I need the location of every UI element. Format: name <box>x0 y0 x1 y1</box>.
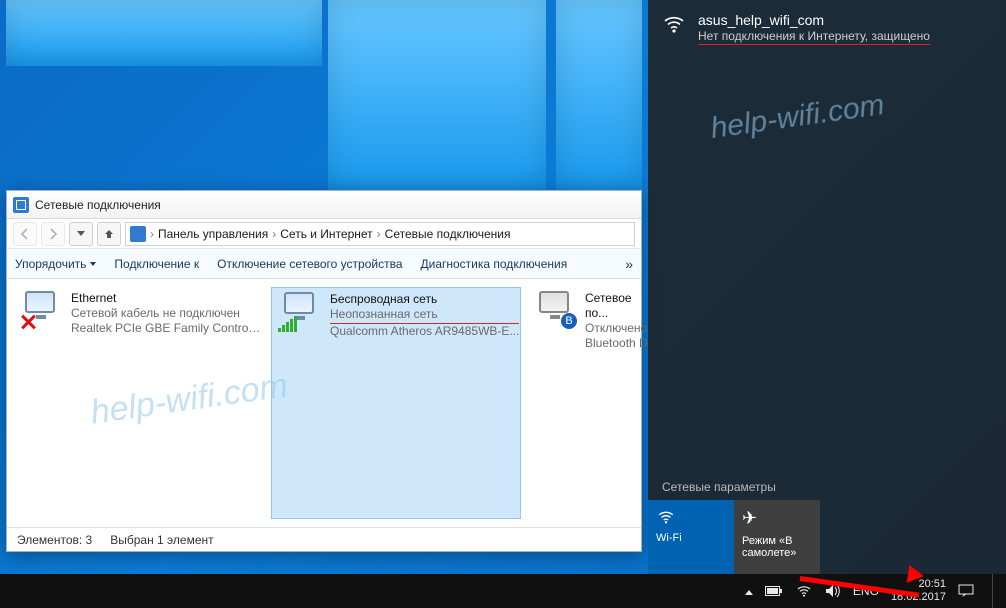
command-bar: Упорядочить Подключение к Отключение сет… <box>7 249 641 279</box>
wallpaper-pane <box>556 0 642 190</box>
nav-up-button[interactable] <box>97 222 121 246</box>
connection-name: Беспроводная сеть <box>330 292 519 307</box>
network-connections-window: Сетевые подключения › Панель управления … <box>6 190 642 552</box>
signal-bars-icon <box>278 316 297 332</box>
breadcrumb-seg[interactable]: Сетевые подключения <box>385 227 511 241</box>
address-row: › Панель управления › Сеть и Интернет › … <box>7 219 641 249</box>
toolbar-disable-device[interactable]: Отключение сетевого устройства <box>217 257 402 271</box>
breadcrumb-seg[interactable]: Сеть и Интернет <box>280 227 372 241</box>
tile-wifi[interactable]: Wi-Fi <box>648 500 734 574</box>
current-network-item[interactable]: asus_help_wifi_com Нет подключения к Инт… <box>648 0 1006 57</box>
wifi-tray-icon[interactable] <box>795 583 813 599</box>
network-status: Нет подключения к Интернету, защищено <box>698 29 930 45</box>
window-titlebar[interactable]: Сетевые подключения <box>7 191 641 219</box>
breadcrumb-seg[interactable]: Панель управления <box>158 227 268 241</box>
connection-device: Bluetooth D... <box>585 336 658 351</box>
connection-status: Сетевой кабель не подключен <box>71 306 261 321</box>
connection-item-wireless[interactable]: Беспроводная сеть Неопознанная сеть Qual… <box>271 287 521 519</box>
connection-item-ethernet[interactable]: Ethernet Сетевой кабель не подключен Rea… <box>13 287 265 519</box>
wifi-icon <box>656 508 726 526</box>
window-title: Сетевые подключения <box>35 198 161 212</box>
connection-name: Сетевое по... <box>585 291 658 321</box>
tray-overflow-button[interactable] <box>745 584 753 598</box>
connection-device: Realtek PCIe GBE Family Controller <box>71 321 261 336</box>
tile-airplane-mode[interactable]: ✈ Режим «В самолете» <box>734 500 820 574</box>
toolbar-organize[interactable]: Упорядочить <box>15 257 96 271</box>
window-icon <box>13 197 29 213</box>
nav-history-button[interactable] <box>69 222 93 246</box>
tile-label: Wi-Fi <box>656 532 726 544</box>
address-home-icon <box>130 226 146 242</box>
toolbar-diagnose[interactable]: Диагностика подключения <box>421 257 568 271</box>
action-center-icon[interactable] <box>958 584 974 598</box>
volume-icon[interactable] <box>825 584 841 598</box>
connection-status: Неопознанная сеть <box>330 307 519 324</box>
tile-label: Режим «В самолете» <box>742 535 812 559</box>
battery-icon[interactable] <box>765 585 783 597</box>
tray-clock[interactable]: 20:51 18.02.2017 <box>891 578 946 604</box>
network-name: asus_help_wifi_com <box>698 12 930 28</box>
wireless-icon <box>278 292 322 332</box>
language-indicator[interactable]: ENG <box>853 584 879 598</box>
status-item-count: Элементов: 3 <box>17 533 92 547</box>
connection-name: Ethernet <box>71 291 261 306</box>
clock-time: 20:51 <box>918 578 946 591</box>
connections-list: Ethernet Сетевой кабель не подключен Rea… <box>7 279 641 527</box>
show-desktop-button[interactable] <box>992 574 998 608</box>
wallpaper-pane <box>328 0 546 190</box>
status-selection: Выбран 1 элемент <box>110 533 213 547</box>
toolbar-overflow[interactable]: » <box>625 256 633 272</box>
bluetooth-icon: B <box>561 313 577 329</box>
wallpaper-pane <box>6 0 322 66</box>
bluetooth-pan-icon: B <box>533 291 577 331</box>
quick-action-tiles: Wi-Fi ✈ Режим «В самолете» <box>648 500 1006 574</box>
nav-forward-button[interactable] <box>41 222 65 246</box>
connection-device: Qualcomm Atheros AR9485WB-E... <box>330 324 519 339</box>
connection-status: Отключено <box>585 321 658 336</box>
network-flyout: asus_help_wifi_com Нет подключения к Инт… <box>648 0 1006 574</box>
status-bar: Элементов: 3 Выбран 1 элемент <box>7 527 641 551</box>
address-bar[interactable]: › Панель управления › Сеть и Интернет › … <box>125 222 635 246</box>
wifi-icon <box>662 12 686 36</box>
connection-item-bluetooth[interactable]: B Сетевое по... Отключено Bluetooth D... <box>527 287 637 519</box>
taskbar: ENG 20:51 18.02.2017 <box>0 574 1006 608</box>
breadcrumb-sep: › <box>377 227 381 241</box>
system-tray: ENG 20:51 18.02.2017 <box>737 574 1006 608</box>
toolbar-connect-to[interactable]: Подключение к <box>114 257 199 271</box>
chevron-down-icon <box>90 262 96 266</box>
clock-date: 18.02.2017 <box>891 591 946 604</box>
airplane-icon: ✈ <box>742 508 812 529</box>
network-settings-link[interactable]: Сетевые параметры <box>648 474 1006 500</box>
toolbar-label: Упорядочить <box>15 257 86 271</box>
ethernet-icon <box>19 291 63 331</box>
disconnected-x-icon <box>19 313 37 331</box>
nav-back-button[interactable] <box>13 222 37 246</box>
breadcrumb-sep: › <box>272 227 276 241</box>
breadcrumb-sep: › <box>150 227 154 241</box>
